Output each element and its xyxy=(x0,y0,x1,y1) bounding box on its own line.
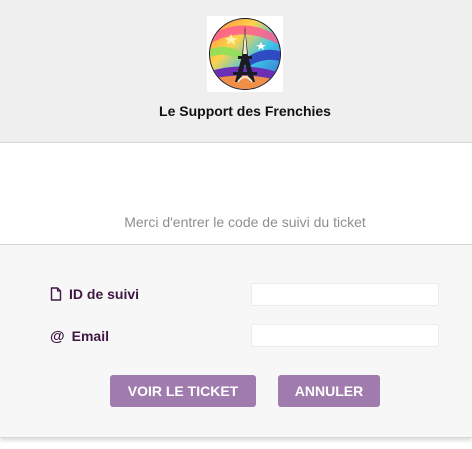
view-ticket-button[interactable]: VOIR LE TICKET xyxy=(110,375,256,407)
tracking-id-label-text: ID de suivi xyxy=(69,286,140,302)
eiffel-tower-logo[interactable] xyxy=(207,16,283,92)
document-icon xyxy=(50,287,62,301)
at-icon: @ xyxy=(50,327,65,345)
eiffel-tower-icon xyxy=(209,18,281,90)
tracking-id-input[interactable] xyxy=(251,283,439,306)
site-title: Le Support des Frenchies xyxy=(159,103,331,119)
ticket-lookup-form: ID de suivi @ Email VOIR LE TICKET ANNUL… xyxy=(0,245,472,438)
email-label: @ Email xyxy=(50,328,109,344)
cancel-button[interactable]: ANNULER xyxy=(278,375,380,407)
email-label-text: Email xyxy=(71,328,109,344)
site-header: Le Support des Frenchies xyxy=(0,0,472,143)
tracking-id-label: ID de suivi xyxy=(50,286,139,302)
email-input[interactable] xyxy=(251,324,439,347)
instruction-text: Merci d'entrer le code de suivi du ticke… xyxy=(124,214,366,230)
